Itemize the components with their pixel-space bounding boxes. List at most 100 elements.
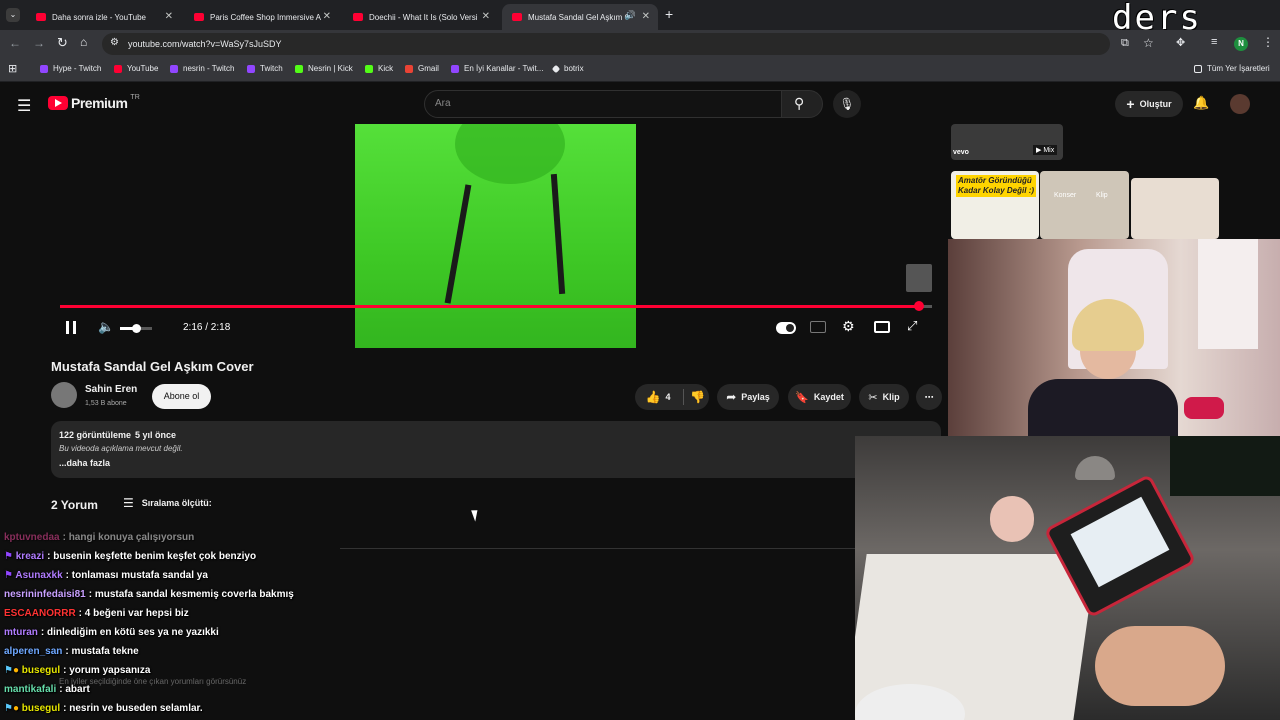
create-button[interactable]: + Oluştur — [1115, 91, 1183, 117]
miniplayer-icon[interactable] — [874, 321, 890, 333]
bookmark-botrix[interactable]: botrix — [551, 64, 584, 73]
tab-mustafa-sandal[interactable]: Mustafa Sandal Gel Aşkım C 🔊 ✕ — [502, 4, 658, 30]
chat-message: ⚑ kreazi: busenin keşfette benim keşfet … — [4, 551, 257, 562]
progress-bar-fill — [60, 305, 919, 308]
notifications-bell-icon[interactable]: 🔔 — [1193, 95, 1209, 111]
progress-scrubber[interactable] — [913, 301, 924, 311]
badge-icon: ⚑ — [4, 665, 13, 676]
thumbs-down-icon: 👎 — [690, 390, 705, 404]
youtube-play-logo-icon — [48, 96, 68, 110]
youtube-icon — [114, 64, 122, 73]
bookmark-nesrin-kick[interactable]: Nesrin | Kick — [295, 64, 353, 73]
chat-text: dinlediğim en kötü ses ya ne yazıkki — [47, 627, 219, 638]
progress-bar[interactable] — [60, 301, 932, 311]
channel-name[interactable]: Sahin Eren — [85, 384, 137, 395]
reading-list-icon[interactable]: ≡ — [1211, 36, 1217, 48]
channel-avatar[interactable] — [51, 382, 77, 408]
subtitles-icon[interactable] — [810, 321, 826, 333]
pause-icon[interactable] — [66, 321, 76, 334]
badge-icon: ⚑ — [4, 703, 13, 714]
search-input[interactable] — [424, 90, 782, 118]
all-bookmarks-folder[interactable]: Tüm Yer İşaretleri — [1194, 64, 1270, 73]
subscriber-count: 1,53 B abone — [85, 400, 127, 407]
upload-age: 5 yıl önce — [135, 430, 177, 440]
related-video-thumb-mix[interactable]: vevo ▶ Mix — [951, 124, 1063, 160]
new-tab-icon[interactable]: + — [665, 6, 673, 22]
chat-username: mturan — [4, 627, 38, 638]
settings-gear-icon[interactable]: ⚙ — [842, 318, 855, 335]
bookmark-twitch[interactable]: Twitch — [247, 64, 283, 73]
save-button[interactable]: 🔖 Kaydet — [788, 384, 851, 410]
related-video-thumb-amator[interactable]: Amatör Göründüğü Kadar Kolay Değil :) — [951, 171, 1039, 239]
forward-icon[interactable]: → — [33, 36, 45, 50]
related-video-thumb-girl[interactable] — [1131, 178, 1219, 239]
site-info-icon[interactable]: ⚙ — [110, 37, 119, 48]
bookmark-nesrin-twitch[interactable]: nesrin - Twitch — [170, 64, 234, 73]
chat-text: yorum yapsanıza — [69, 665, 151, 676]
chat-text: nesrin ve buseden selamlar. — [69, 703, 203, 714]
more-actions-button[interactable]: ⋯ — [916, 384, 942, 410]
chat-text: hangi konuya çalışıyorsun — [68, 532, 195, 543]
close-tab-icon[interactable]: ✕ — [482, 11, 490, 22]
account-avatar[interactable] — [1230, 94, 1250, 114]
bookmark-en-iyi-kanallar[interactable]: En İyi Kanallar - Twit... — [451, 64, 543, 73]
red-pillow — [1184, 397, 1224, 419]
show-more-link[interactable]: ...daha fazla — [59, 458, 110, 468]
fullscreen-icon[interactable]: ⤢ — [907, 318, 917, 334]
reload-icon[interactable]: ↻ — [57, 35, 68, 51]
bookmark-star-icon[interactable]: ☆ — [1143, 36, 1154, 50]
home-icon[interactable]: ⌂ — [80, 35, 87, 49]
description-box[interactable] — [51, 421, 941, 478]
back-icon[interactable]: ← — [9, 36, 21, 50]
close-tab-icon[interactable]: ✕ — [165, 11, 173, 22]
chat-username: kreazi — [15, 551, 45, 562]
comment-count: 2 Yorum — [51, 498, 98, 512]
chat-text: mustafa sandal kesmemiş coverla bakmış — [94, 589, 294, 600]
video-frame[interactable] — [355, 124, 636, 348]
bookmark-hype-twitch[interactable]: Hype - Twitch — [40, 64, 101, 73]
subscribe-button[interactable]: Abone ol — [152, 384, 211, 409]
hamburger-menu-icon[interactable]: ☰ — [17, 96, 31, 116]
microphone-icon: 🎙 — [839, 97, 855, 111]
thumbs-up-icon: 👍 — [645, 390, 661, 404]
chat-message: mantikafali: abart — [4, 684, 90, 695]
apps-grid-icon[interactable]: ⊞ — [8, 62, 17, 75]
webcam-streamer — [948, 239, 1280, 436]
profile-avatar[interactable]: N — [1234, 37, 1248, 51]
install-app-icon[interactable]: ⧉ — [1121, 37, 1129, 50]
voice-search-button[interactable]: 🎙 — [833, 90, 861, 118]
chat-text: mustafa tekne — [71, 646, 139, 657]
share-button[interactable]: ➦ Paylaş — [717, 384, 779, 410]
tab-paris-coffee[interactable]: Paris Coffee Shop Immersive A ✕ — [184, 4, 339, 30]
dislike-button[interactable]: 👎 — [690, 390, 705, 404]
tab-doechii[interactable]: Doechii - What It Is (Solo Versi ✕ — [343, 4, 498, 30]
scissors-icon: ✂ — [868, 391, 878, 404]
related-video-thumb-konser[interactable]: Konser Klip — [1040, 171, 1129, 239]
autoplay-toggle[interactable] — [776, 322, 796, 334]
speaker-icon[interactable]: 🔊 — [625, 10, 636, 21]
twitch-icon — [247, 64, 255, 73]
youtube-logo[interactable]: Premium TR — [48, 94, 140, 111]
tab-watch-later[interactable]: Daha sonra izle - YouTube ✕ — [26, 4, 181, 30]
clip-button[interactable]: ✂ Klip — [859, 384, 909, 410]
sort-button[interactable]: ☰ Sıralama ölçütü: — [123, 496, 212, 510]
extensions-icon[interactable]: ✥ — [1176, 36, 1185, 49]
thumb-title-overlay: Amatör Göründüğü Kadar Kolay Değil :) — [956, 175, 1036, 197]
bookmark-kick[interactable]: Kick — [365, 64, 393, 73]
like-button[interactable]: 👍 4 — [639, 390, 677, 404]
close-tab-icon[interactable]: ✕ — [642, 11, 650, 22]
chat-message: mturan: dinlediğim en kötü ses ya ne yaz… — [4, 627, 219, 638]
volume-slider[interactable] — [120, 324, 152, 333]
volume-slider-knob[interactable] — [132, 324, 141, 333]
bookmark-youtube[interactable]: YouTube — [114, 64, 158, 73]
chat-text: busenin keşfette benim keşfet çok benziy… — [53, 551, 257, 562]
bookmark-gmail[interactable]: Gmail — [405, 64, 439, 73]
close-tab-icon[interactable]: ✕ — [323, 11, 331, 22]
twitch-badge-icon: ⚑ — [4, 551, 13, 562]
url-text[interactable]: youtube.com/watch?v=WaSy7sJuSDY — [128, 39, 282, 49]
volume-icon[interactable]: 🔈 — [98, 319, 114, 335]
chat-username: busegul — [21, 665, 61, 676]
chat-message: ESCAANORRR: 4 beğeni var hepsi biz — [4, 608, 189, 619]
menu-kebab-icon[interactable]: ⋮ — [1262, 35, 1274, 49]
tab-search-icon[interactable]: ⌄ — [6, 8, 20, 22]
